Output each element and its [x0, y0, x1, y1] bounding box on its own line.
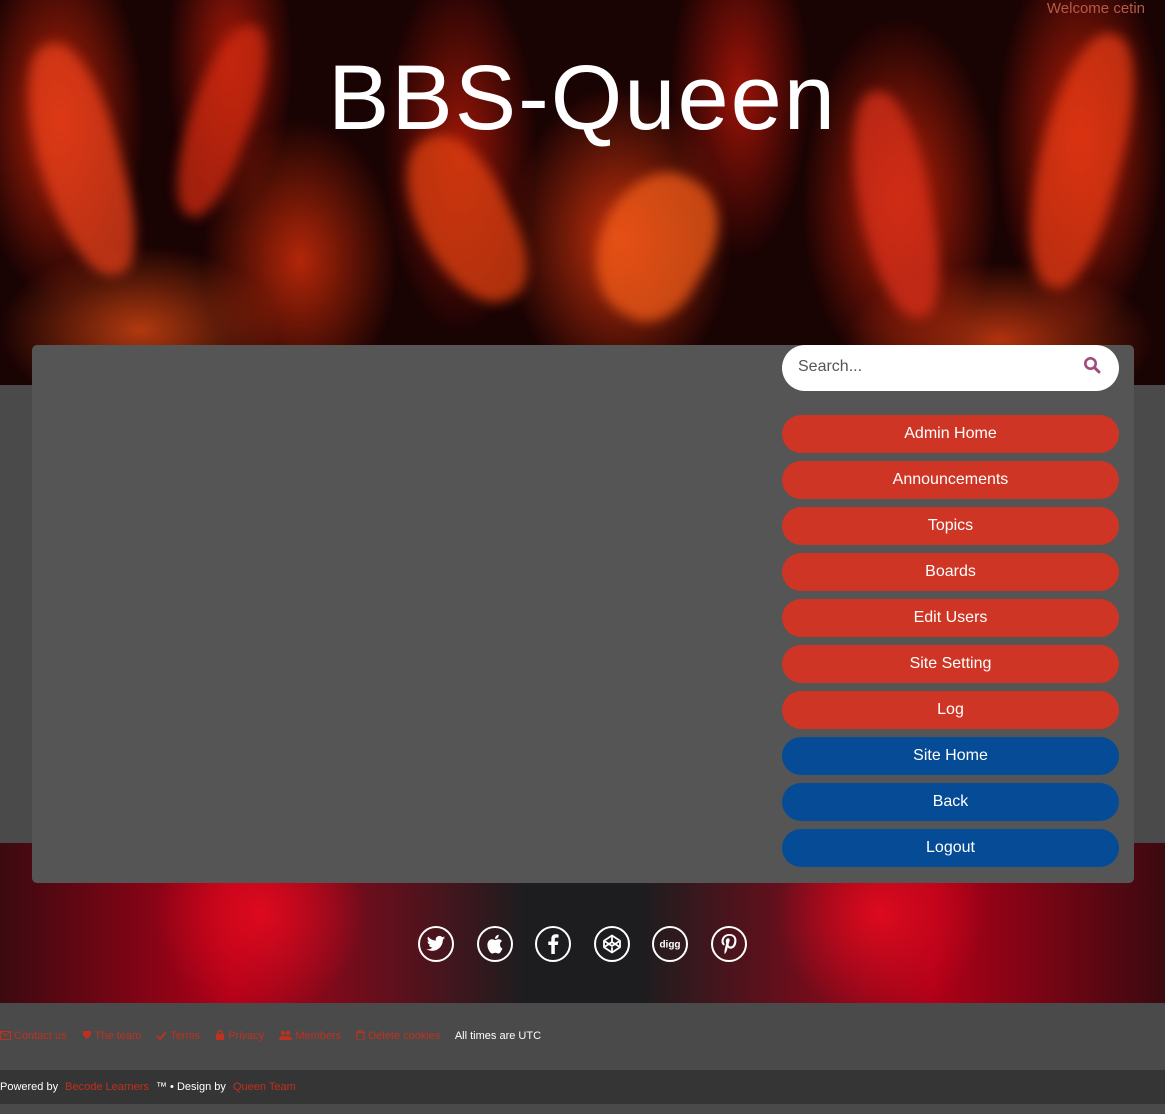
- team-link[interactable]: The team: [82, 1030, 141, 1042]
- design-by-link[interactable]: Queen Team: [233, 1081, 296, 1093]
- flame-decoration: [569, 152, 741, 338]
- codepen-icon[interactable]: [593, 926, 630, 962]
- privacy-link[interactable]: Privacy: [215, 1029, 265, 1042]
- log-button[interactable]: Log: [782, 691, 1119, 729]
- back-button[interactable]: Back: [782, 783, 1119, 821]
- admin-home-button[interactable]: Admin Home: [782, 415, 1119, 453]
- header-banner: Welcome cetin BBS-Queen: [0, 0, 1165, 385]
- facebook-icon[interactable]: [535, 926, 572, 962]
- announcements-button[interactable]: Announcements: [782, 461, 1119, 499]
- terms-link-label: Terms: [170, 1030, 201, 1042]
- search-box: [782, 345, 1119, 391]
- contact-link-label: Contact us: [14, 1030, 67, 1042]
- members-link-label: Members: [295, 1030, 342, 1042]
- terms-link[interactable]: Terms: [156, 1030, 200, 1042]
- pinterest-icon[interactable]: [710, 926, 747, 962]
- site-setting-button[interactable]: Site Setting: [782, 645, 1119, 683]
- twitter-icon[interactable]: [418, 926, 455, 962]
- svg-text:digg: digg: [660, 940, 681, 951]
- admin-menu: Admin Home Announcements Topics Boards E…: [782, 415, 1119, 875]
- powered-by-text: Powered by: [0, 1081, 59, 1093]
- site-home-button[interactable]: Site Home: [782, 737, 1119, 775]
- footer-links: Contact us The team Terms Privacy Member…: [0, 1029, 542, 1042]
- timezone-text: All times are UTC: [454, 1030, 542, 1042]
- topics-button[interactable]: Topics: [782, 507, 1119, 545]
- digg-icon[interactable]: digg: [652, 926, 689, 962]
- edit-users-button[interactable]: Edit Users: [782, 599, 1119, 637]
- search-input[interactable]: [796, 357, 1060, 377]
- boards-button[interactable]: Boards: [782, 553, 1119, 591]
- team-link-label: The team: [94, 1030, 142, 1042]
- page-bottom: [0, 1104, 1165, 1114]
- site-title: BBS-Queen: [328, 47, 837, 149]
- powered-by-link[interactable]: Becode Learners: [65, 1081, 149, 1093]
- logout-button[interactable]: Logout: [782, 829, 1119, 867]
- delete-cookies-link-label: Delete cookies: [368, 1030, 441, 1042]
- copyright-bar: Powered by Becode Learners ™ • Design by…: [0, 1070, 1165, 1104]
- contact-link[interactable]: Contact us: [0, 1030, 67, 1042]
- search-icon[interactable]: [1083, 356, 1107, 380]
- social-icons: digg: [0, 926, 1165, 962]
- welcome-text[interactable]: Welcome cetin: [1047, 0, 1145, 17]
- apple-icon[interactable]: [476, 926, 513, 962]
- design-by-text: ™ • Design by: [156, 1081, 226, 1093]
- delete-cookies-link[interactable]: Delete cookies: [356, 1030, 440, 1042]
- members-link[interactable]: Members: [279, 1030, 341, 1042]
- privacy-link-label: Privacy: [228, 1030, 265, 1042]
